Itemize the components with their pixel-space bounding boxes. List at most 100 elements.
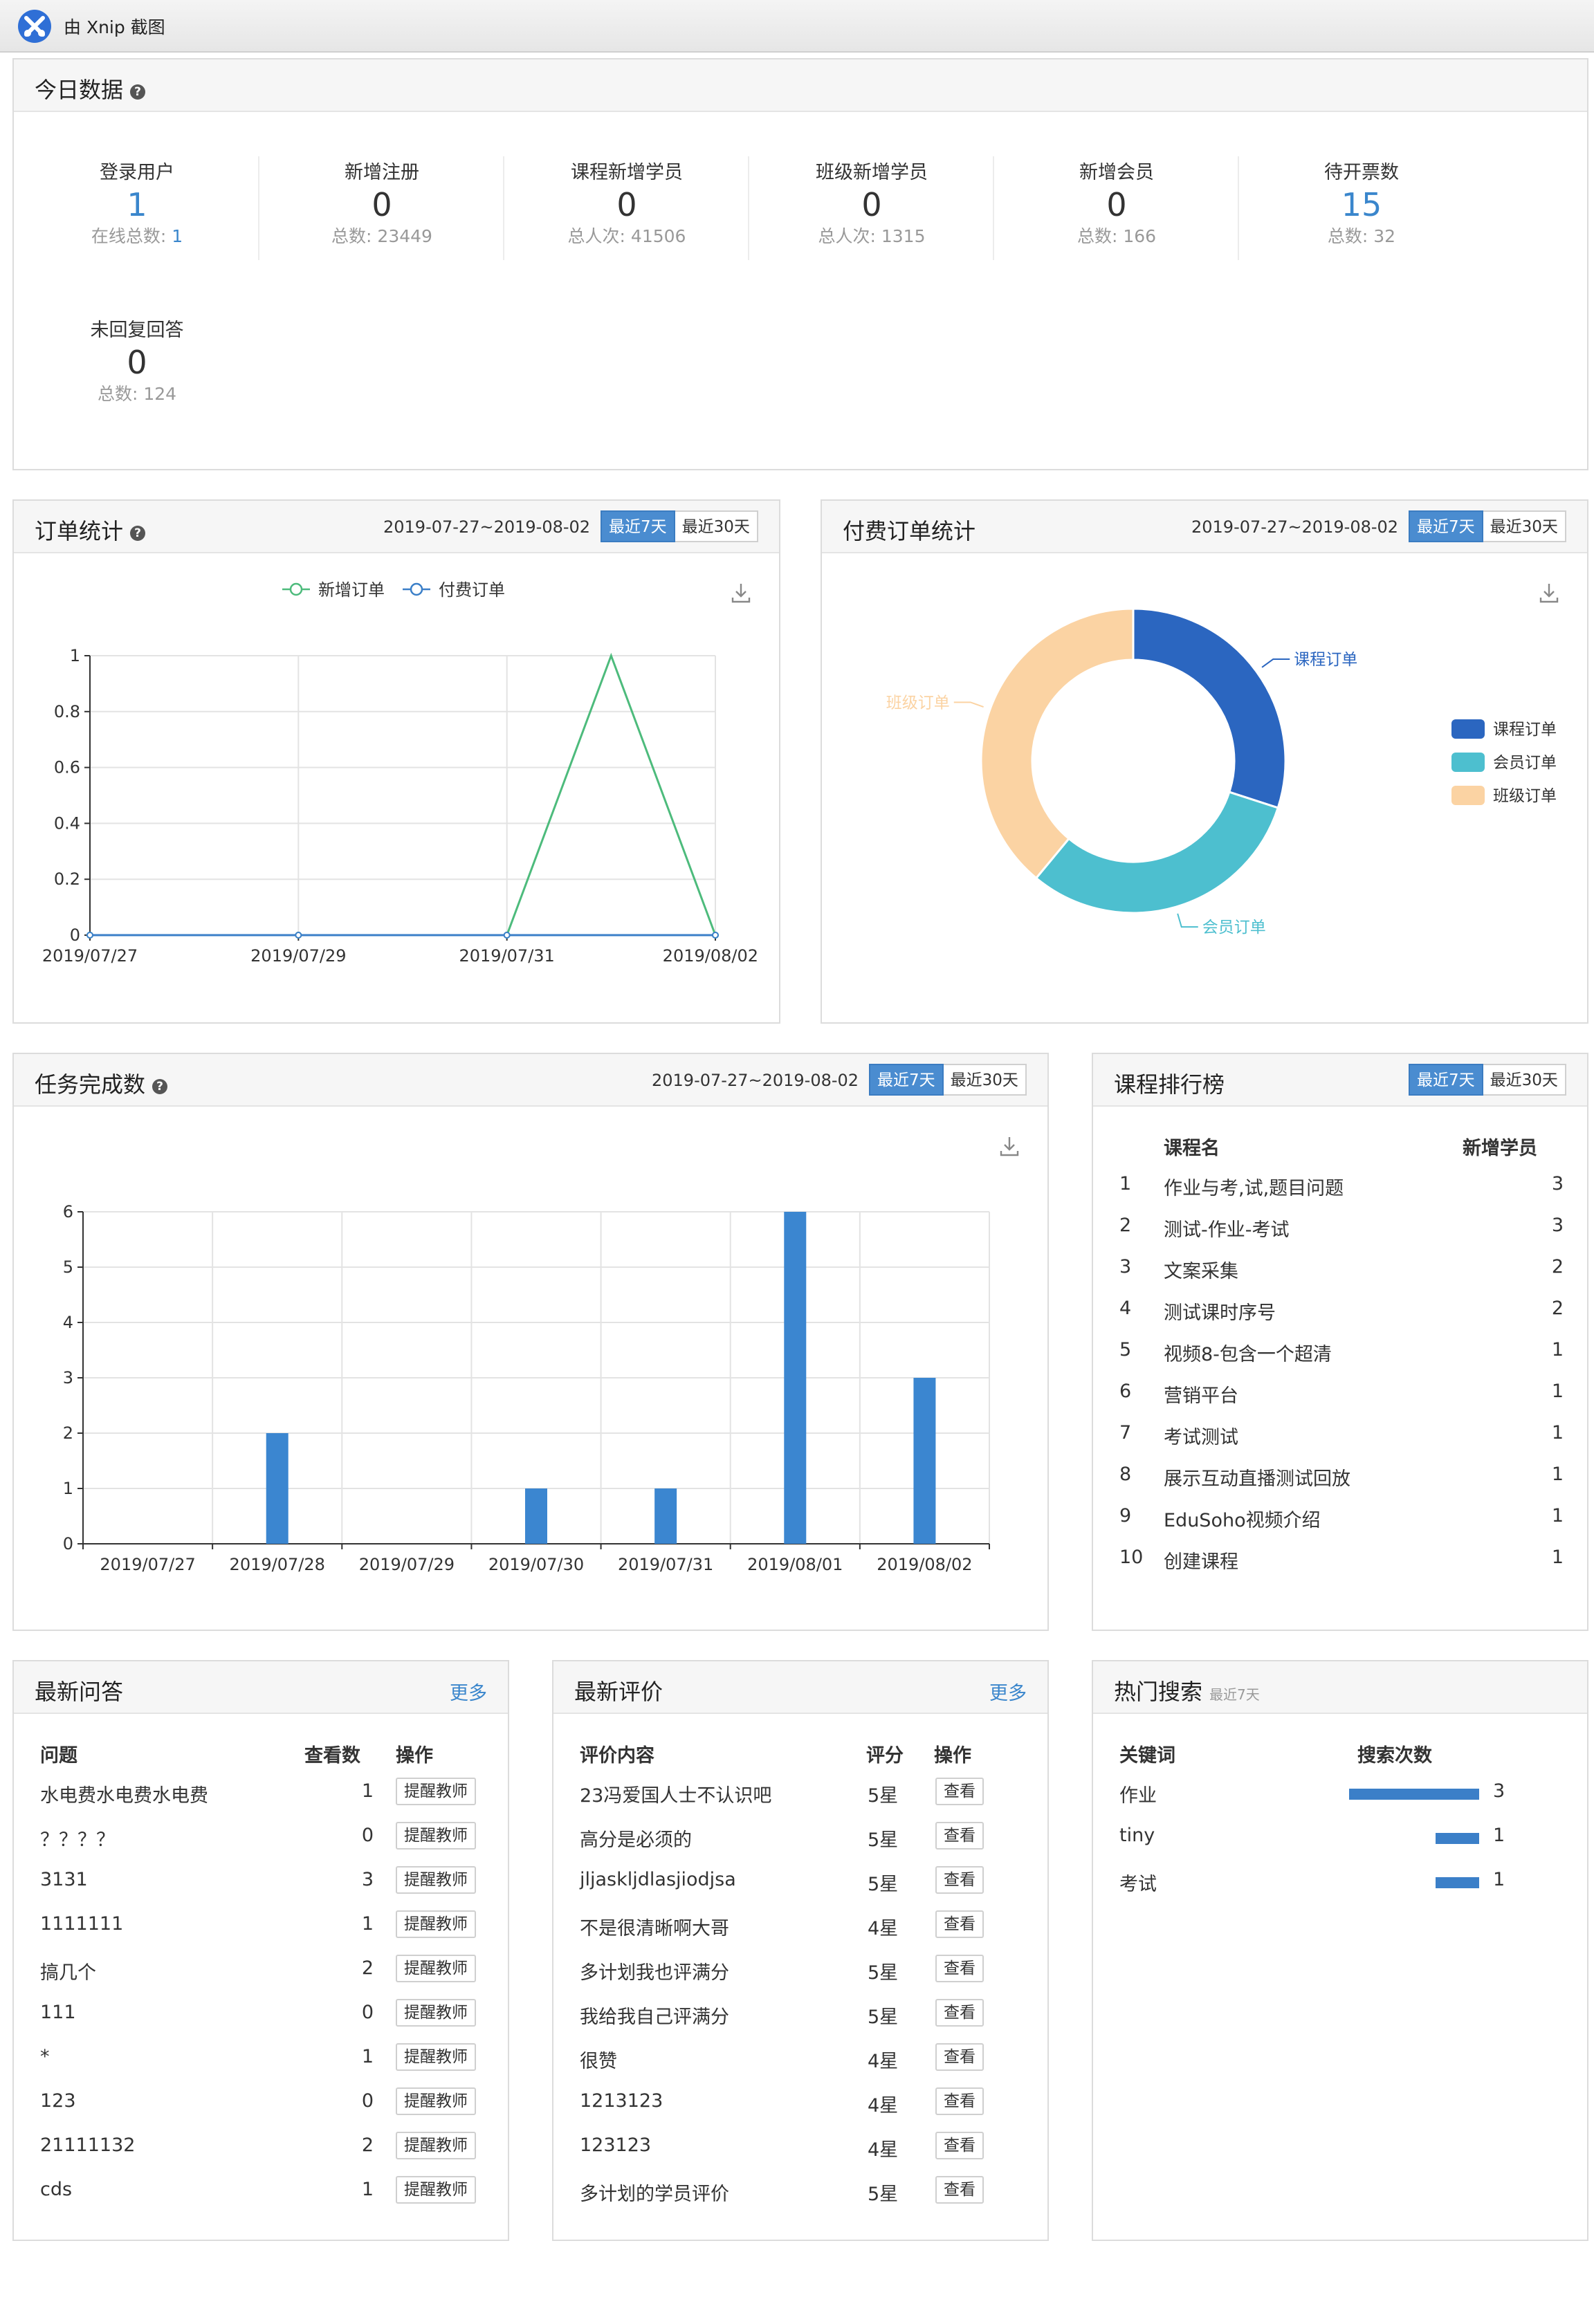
stat-total-value[interactable]: 1 bbox=[172, 226, 183, 246]
review-content: 我给我自己评满分 bbox=[580, 2007, 729, 2028]
remind-teacher-button[interactable]: 提醒教师 bbox=[396, 2043, 476, 2071]
donut-slice-1[interactable] bbox=[1034, 791, 1280, 914]
legend-item[interactable]: 新增订单 bbox=[282, 580, 385, 600]
more-link[interactable]: 更多 bbox=[450, 1678, 487, 1705]
view-button[interactable]: 查看 bbox=[935, 2176, 984, 2204]
stat-item: 课程新增学员 0 总人次: 41506 bbox=[504, 160, 750, 249]
y-tick-label: 0 bbox=[63, 1534, 73, 1553]
y-tick-label: 4 bbox=[63, 1313, 73, 1332]
remind-teacher-button[interactable]: 提醒教师 bbox=[396, 1778, 476, 1805]
view-count: 0 bbox=[361, 2090, 374, 2112]
legend-item[interactable]: 班级订单 bbox=[1451, 786, 1557, 805]
view-count: 2 bbox=[361, 1957, 374, 1979]
bar[interactable] bbox=[913, 1378, 936, 1544]
question-link[interactable]: * bbox=[40, 2046, 50, 2067]
last-30-days-button[interactable]: 最近30天 bbox=[1483, 1064, 1566, 1096]
remind-teacher-button[interactable]: 提醒教师 bbox=[396, 2087, 476, 2115]
search-keyword-link[interactable]: tiny bbox=[1119, 1825, 1155, 1846]
legend-swatch bbox=[1451, 786, 1485, 805]
course-name-link[interactable]: 测试课时序号 bbox=[1164, 1298, 1276, 1325]
more-link[interactable]: 更多 bbox=[989, 1678, 1027, 1705]
question-link[interactable]: 3131 bbox=[40, 1869, 88, 1890]
course-name-link[interactable]: 视频8-包含一个超清 bbox=[1164, 1339, 1332, 1366]
question-link[interactable]: 123 bbox=[40, 2090, 76, 2112]
new-student-count: 1 bbox=[1551, 1464, 1564, 1485]
stat-value[interactable]: 1 bbox=[14, 185, 260, 224]
bar[interactable] bbox=[525, 1488, 547, 1544]
view-button[interactable]: 查看 bbox=[935, 1955, 984, 1982]
course-name-link[interactable]: 考试测试 bbox=[1164, 1422, 1238, 1449]
rank-number: 9 bbox=[1119, 1505, 1132, 1527]
series-line-0 bbox=[90, 652, 717, 937]
view-button[interactable]: 查看 bbox=[935, 2132, 984, 2159]
search-keyword-link[interactable]: 考试 bbox=[1119, 1869, 1157, 1896]
legend-item[interactable]: 付费订单 bbox=[403, 580, 505, 600]
question-link[interactable]: 21111132 bbox=[40, 2134, 135, 2156]
review-content: 多计划的学员评价 bbox=[580, 2184, 729, 2205]
search-keyword-link[interactable]: 作业 bbox=[1119, 1780, 1157, 1807]
question-link[interactable]: 搞几个 bbox=[40, 1957, 96, 1984]
latest-qa-panel: 最新问答 更多 问题 查看数 操作 水电费水电费水电费 1 提醒教师 ？？？？ 0 提醒教… bbox=[12, 1660, 509, 2241]
course-name-link[interactable]: EduSoho视频介绍 bbox=[1164, 1505, 1321, 1532]
bar[interactable] bbox=[654, 1488, 677, 1544]
review-content: 高分是必须的 bbox=[580, 1829, 692, 1851]
stat-total-label: 总数: 23449 bbox=[331, 226, 432, 246]
view-count: 1 bbox=[361, 2179, 374, 2200]
question-link[interactable]: 1111111 bbox=[40, 1913, 123, 1935]
course-name-link[interactable]: 展示互动直播测试回放 bbox=[1164, 1464, 1350, 1491]
data-point[interactable] bbox=[295, 932, 302, 939]
view-button[interactable]: 查看 bbox=[935, 1999, 984, 2027]
search-count: 1 bbox=[1493, 1869, 1505, 1890]
remind-teacher-button[interactable]: 提醒教师 bbox=[396, 1822, 476, 1850]
remind-teacher-button[interactable]: 提醒教师 bbox=[396, 2132, 476, 2159]
stat-total: 总人次: 1315 bbox=[749, 224, 995, 249]
data-point[interactable] bbox=[503, 932, 511, 939]
bar[interactable] bbox=[784, 1212, 807, 1544]
question-link[interactable]: 水电费水电费水电费 bbox=[40, 1780, 208, 1807]
view-button[interactable]: 查看 bbox=[935, 2043, 984, 2071]
column-header-views: 查看数 bbox=[304, 1745, 360, 1767]
review-content: 123123 bbox=[580, 2134, 652, 2156]
view-button[interactable]: 查看 bbox=[935, 2087, 984, 2115]
remind-teacher-button[interactable]: 提醒教师 bbox=[396, 1999, 476, 2027]
rank-number: 5 bbox=[1119, 1339, 1132, 1361]
question-link[interactable]: cds bbox=[40, 2179, 72, 2200]
view-button[interactable]: 查看 bbox=[935, 1866, 984, 1894]
remind-teacher-button[interactable]: 提醒教师 bbox=[396, 1866, 476, 1894]
remind-teacher-button[interactable]: 提醒教师 bbox=[396, 1955, 476, 1982]
legend-item[interactable]: 课程订单 bbox=[1451, 719, 1557, 739]
slice-label: 课程订单 bbox=[1294, 651, 1357, 669]
legend-swatch bbox=[1451, 753, 1485, 772]
view-button[interactable]: 查看 bbox=[935, 1910, 984, 1938]
y-tick-label: 6 bbox=[63, 1202, 73, 1221]
slice-label: 班级订单 bbox=[886, 694, 950, 712]
help-icon[interactable]: ? bbox=[130, 84, 146, 100]
legend-item[interactable]: 会员订单 bbox=[1451, 753, 1557, 772]
data-point[interactable] bbox=[712, 932, 719, 939]
course-name-link[interactable]: 测试-作业-考试 bbox=[1164, 1215, 1290, 1242]
column-header-action: 操作 bbox=[934, 1745, 971, 1767]
column-header-score: 评分 bbox=[866, 1745, 904, 1767]
donut-slice-2[interactable] bbox=[980, 607, 1135, 880]
course-name-link[interactable]: 文案采集 bbox=[1164, 1256, 1238, 1283]
bar[interactable] bbox=[266, 1433, 288, 1544]
remind-teacher-button[interactable]: 提醒教师 bbox=[396, 2176, 476, 2204]
question-link[interactable]: 111 bbox=[40, 2002, 76, 2023]
stat-value: 0 bbox=[616, 186, 637, 223]
view-button[interactable]: 查看 bbox=[935, 1778, 984, 1805]
search-count-bar bbox=[1349, 1789, 1479, 1800]
donut-slice-0[interactable] bbox=[1132, 607, 1287, 809]
stat-value[interactable]: 15 bbox=[1238, 185, 1485, 224]
course-name-link[interactable]: 营销平台 bbox=[1164, 1381, 1238, 1408]
legend-marker bbox=[289, 582, 303, 596]
view-count: 1 bbox=[361, 1780, 374, 1802]
column-header-keyword: 关键词 bbox=[1119, 1745, 1175, 1767]
course-name-link[interactable]: 创建课程 bbox=[1164, 1547, 1238, 1574]
view-button[interactable]: 查看 bbox=[935, 1822, 984, 1850]
data-point[interactable] bbox=[86, 932, 93, 939]
question-link[interactable]: ？？？？ bbox=[40, 1825, 115, 1852]
last-7-days-button[interactable]: 最近7天 bbox=[1409, 1064, 1483, 1096]
remind-teacher-button[interactable]: 提醒教师 bbox=[396, 1910, 476, 1938]
stat-total: 总数: 23449 bbox=[259, 224, 505, 249]
course-name-link[interactable]: 作业与考,试,题目问题 bbox=[1164, 1173, 1344, 1200]
